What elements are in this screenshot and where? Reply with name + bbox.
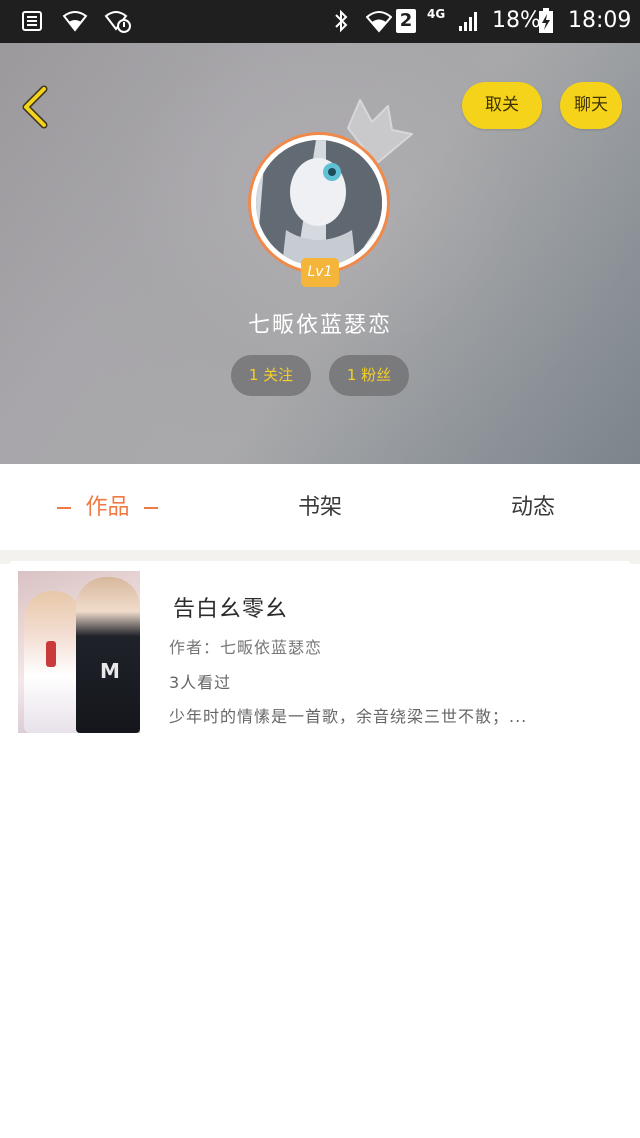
- unfollow-button[interactable]: 取关: [462, 82, 542, 129]
- following-count[interactable]: 1 关注: [231, 355, 311, 396]
- book-description: 少年时的情愫是一首歌，余音绕梁三世不散；...: [169, 707, 528, 726]
- status-bar: 2 4G 18% 18:09: [0, 0, 640, 43]
- book-cover[interactable]: M: [18, 571, 140, 733]
- works-list: M 告白幺零幺 作者：七畈依蓝瑟恋 3人看过 少年时的情愫是一首歌，余音绕梁三世…: [0, 550, 640, 1138]
- chevron-left-icon: [22, 85, 48, 129]
- chat-button[interactable]: 聊天: [560, 82, 622, 129]
- tab-activity[interactable]: 动态: [483, 464, 583, 550]
- network-badge: 2: [396, 9, 416, 33]
- cover-shirt-text: M: [100, 659, 120, 683]
- book-author: 作者：七畈依蓝瑟恋: [169, 638, 323, 657]
- cover-figure-boy: [76, 577, 140, 733]
- battery-icon: [536, 8, 556, 33]
- sim-card-icon: [20, 9, 44, 33]
- tab-indicator-left: [57, 507, 72, 509]
- back-button[interactable]: [14, 83, 58, 131]
- avatar[interactable]: [248, 132, 390, 274]
- username: 七畈依蓝瑟恋: [247, 313, 392, 338]
- wifi-icon: [62, 9, 88, 33]
- tab-bookshelf[interactable]: 书架: [270, 464, 370, 550]
- signal-icon: [456, 9, 480, 33]
- wifi-arrows-icon: [366, 9, 392, 33]
- book-views: 3人看过: [169, 673, 232, 692]
- avatar-image: [256, 140, 382, 266]
- tab-works-label: 作品: [85, 495, 130, 520]
- battery-percent: 18%: [492, 8, 541, 33]
- tab-indicator-right: [143, 507, 158, 509]
- tab-works[interactable]: 作品: [40, 464, 175, 550]
- fans-count[interactable]: 1 粉丝: [329, 355, 409, 396]
- bluetooth-icon: [330, 9, 352, 33]
- network-type: 4G: [427, 7, 446, 21]
- book-card[interactable]: M 告白幺零幺 作者：七畈依蓝瑟恋 3人看过 少年时的情愫是一首歌，余音绕梁三世…: [9, 561, 631, 741]
- tab-bar: 作品 书架 动态: [0, 464, 640, 550]
- level-badge: Lv1: [301, 258, 339, 287]
- book-title: 告白幺零幺: [173, 597, 289, 622]
- cover-ribbon: [46, 641, 56, 667]
- clock: 18:09: [568, 8, 632, 33]
- wifi-shield-icon: [104, 9, 132, 33]
- profile-header: 取关 聊天 Lv1 七畈依蓝瑟恋 1 关注 1 粉丝: [0, 43, 640, 464]
